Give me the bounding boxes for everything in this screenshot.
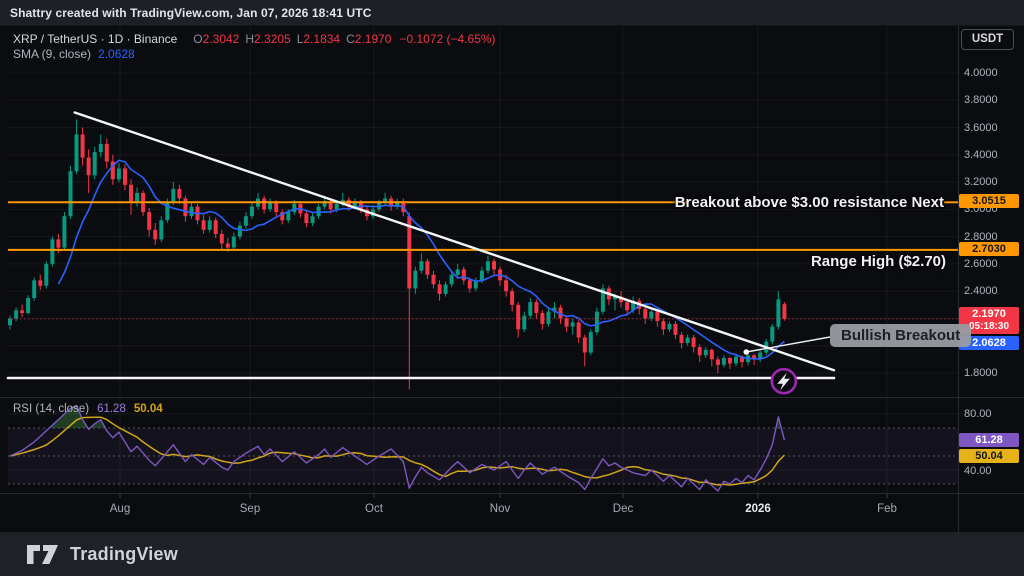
price-tick: 2.4000 bbox=[964, 285, 998, 297]
time-tick-2026: 2026 bbox=[745, 503, 771, 515]
tradingview-logo-icon bbox=[26, 544, 60, 565]
rsi-ma-value-label: 50.04 bbox=[959, 449, 1019, 463]
range-high-price-label: 2.7030 bbox=[959, 242, 1019, 256]
sma-legend[interactable]: SMA (9, close) 2.0628 bbox=[13, 47, 135, 61]
time-tick-nov: Nov bbox=[490, 503, 510, 515]
tradingview-brand-text: TradingView bbox=[70, 544, 178, 565]
last-price-value: 2.1970 bbox=[959, 308, 1019, 321]
price-tick: 3.2000 bbox=[964, 176, 998, 188]
open-value: 2.3042 bbox=[203, 32, 240, 46]
price-tick: 3.4000 bbox=[964, 149, 998, 161]
attribution-bar: Shattry created with TradingView.com, Ja… bbox=[0, 0, 1024, 26]
symbol-legend[interactable]: XRP / TetherUS · 1D · Binance O2.3042 H2.3… bbox=[13, 32, 496, 46]
high-label: H bbox=[245, 32, 254, 46]
time-tick-oct: Oct bbox=[365, 503, 383, 515]
price-tick: 4.0000 bbox=[964, 67, 998, 79]
time-tick-aug: Aug bbox=[110, 503, 130, 515]
bullish-breakout-callout[interactable]: Bullish Breakout bbox=[830, 324, 971, 347]
time-tick-dec: Dec bbox=[613, 503, 633, 515]
change-value: −0.1072 (−4.65%) bbox=[399, 32, 495, 46]
rsi-ma-legend-value: 50.04 bbox=[134, 403, 163, 415]
sma-legend-value: 2.0628 bbox=[98, 47, 135, 61]
rsi-legend-label: RSI (14, close) bbox=[13, 403, 89, 415]
sma-legend-label: SMA (9, close) bbox=[13, 47, 91, 61]
open-label: O bbox=[193, 32, 202, 46]
close-label: C bbox=[346, 32, 355, 46]
close-value: 2.1970 bbox=[355, 32, 392, 46]
rsi-value-label: 61.28 bbox=[959, 433, 1019, 447]
time-tick-feb: Feb bbox=[877, 503, 897, 515]
rsi-tick-80: 80.00 bbox=[964, 408, 992, 420]
chart-canvas[interactable] bbox=[0, 0, 1024, 576]
time-axis[interactable]: Aug Sep Oct Nov Dec 2026 Feb bbox=[0, 497, 958, 527]
price-axis[interactable]: 4.0000 3.8000 3.6000 3.4000 3.2000 3.000… bbox=[958, 25, 1024, 533]
price-tick: 3.8000 bbox=[964, 94, 998, 106]
price-tick: 3.6000 bbox=[964, 122, 998, 134]
price-tick: 2.6000 bbox=[964, 258, 998, 270]
bottom-toolbar: TradingView bbox=[0, 533, 1024, 576]
low-value: 2.1834 bbox=[303, 32, 340, 46]
price-tick: 1.8000 bbox=[964, 367, 998, 379]
tradingview-logo[interactable] bbox=[26, 544, 60, 565]
rsi-tick-40: 40.00 bbox=[964, 465, 992, 477]
tradingview-window: Shattry created with TradingView.com, Ja… bbox=[0, 0, 1024, 576]
rsi-legend-value: 61.28 bbox=[97, 403, 126, 415]
time-tick-sep: Sep bbox=[240, 503, 260, 515]
resistance-annotation[interactable]: Breakout above $3.00 resistance Next bbox=[675, 194, 944, 211]
high-value: 2.3205 bbox=[254, 32, 291, 46]
attribution-text: Shattry created with TradingView.com, Ja… bbox=[10, 6, 371, 20]
range-high-annotation[interactable]: Range High ($2.70) bbox=[811, 253, 946, 270]
symbol-title: XRP / TetherUS · 1D · Binance bbox=[13, 32, 177, 46]
resistance-price-label: 3.0515 bbox=[959, 194, 1019, 208]
rsi-legend[interactable]: RSI (14, close) 61.28 50.04 bbox=[13, 403, 163, 415]
